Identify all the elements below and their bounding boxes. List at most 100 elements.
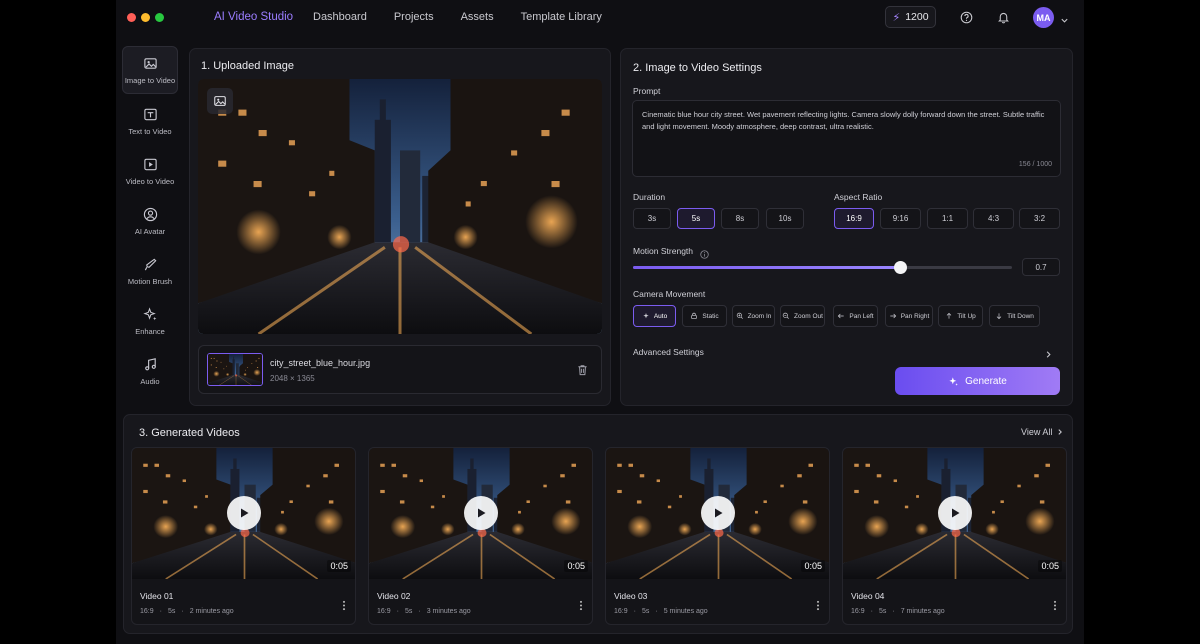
sidebar-item-label: Image to Video	[124, 76, 176, 85]
help-icon[interactable]	[958, 9, 974, 25]
slider-handle[interactable]	[893, 261, 907, 274]
aspect-16-9-chip[interactable]: 16:9	[834, 208, 874, 229]
video-title: Video 01	[140, 591, 174, 601]
minimize-window-button[interactable]	[141, 13, 150, 22]
generate-button[interactable]: Generate	[895, 367, 1060, 395]
info-icon[interactable]	[700, 246, 709, 264]
app-brand[interactable]: AI Video Studio	[214, 11, 293, 23]
motion-strength-value[interactable]: 0.7	[1022, 258, 1060, 276]
sidebar-item-label: Audio	[140, 377, 160, 386]
sidebar-item-enhance[interactable]: Enhance	[122, 298, 178, 346]
sidebar-item-label: AI Avatar	[134, 227, 166, 236]
more-options-icon[interactable]	[342, 598, 346, 616]
play-button[interactable]	[938, 496, 972, 530]
video-card[interactable]: 0:05 Video 03 16:9 · 5s · 5 minutes ago	[605, 447, 830, 625]
view-all-link[interactable]: View All	[1021, 427, 1064, 437]
video-time: 5 minutes ago	[663, 608, 708, 615]
video-thumbnail[interactable]: 0:05	[369, 448, 592, 579]
sidebar-item-image-to-video[interactable]: Image to Video	[122, 46, 178, 94]
chevron-down-icon[interactable]	[1060, 12, 1069, 30]
uploaded-image-preview	[198, 79, 602, 334]
sidebar-item-text-to-video[interactable]: Text to Video	[122, 98, 178, 146]
image-icon	[214, 96, 226, 106]
nav-assets[interactable]: Assets	[461, 11, 494, 23]
aspect-1-1-chip[interactable]: 1:1	[927, 208, 968, 229]
camera-tilt-up-chip[interactable]: Tilt Up	[938, 305, 983, 327]
video-length: 5s	[878, 608, 887, 615]
credits-badge[interactable]: ⚡ 1200	[885, 6, 936, 28]
duration-3s-chip[interactable]: 3s	[633, 208, 671, 229]
prompt-char-counter: 156 / 1000	[1018, 161, 1052, 168]
generate-label: Generate	[965, 375, 1007, 387]
video-title: Video 03	[614, 591, 648, 601]
bell-icon[interactable]	[995, 9, 1011, 25]
advanced-settings-toggle[interactable]: Advanced Settings	[633, 347, 704, 357]
camera-static-chip[interactable]: Static	[682, 305, 727, 327]
nav-template-library[interactable]: Template Library	[521, 11, 602, 23]
video-card[interactable]: 0:05 Video 01 16:9 · 5s · 2 minutes ago	[131, 447, 356, 625]
close-window-button[interactable]	[127, 13, 136, 22]
aspect-4-3-chip[interactable]: 4:3	[973, 208, 1014, 229]
duration-8s-chip[interactable]: 8s	[721, 208, 759, 229]
uploaded-file-row: city_street_blue_hour.jpg 2048 × 1365	[198, 345, 602, 394]
nav-dashboard[interactable]: Dashboard	[313, 11, 367, 23]
video-thumbnail[interactable]: 0:05	[132, 448, 355, 579]
user-avatar[interactable]: MA	[1033, 7, 1054, 28]
sidebar-item-label: Text to Video	[128, 127, 172, 136]
settings-title: 2. Image to Video Settings	[633, 62, 762, 74]
camera-pan-left-chip[interactable]: Pan Left	[833, 305, 878, 327]
video-ratio: 16:9	[851, 608, 865, 615]
video-title: Video 02	[377, 591, 411, 601]
more-options-icon[interactable]	[579, 598, 583, 616]
video-duration: 0:05	[564, 560, 588, 572]
aspect-9-16-chip[interactable]: 9:16	[880, 208, 921, 229]
sidebar-item-motion-brush[interactable]: Motion Brush	[122, 248, 178, 296]
video-meta: 16:9 · 5s · 2 minutes ago	[140, 608, 234, 615]
main-nav: Dashboard Projects Assets Template Libra…	[313, 11, 602, 23]
trash-icon[interactable]	[577, 363, 588, 381]
arrow-left-icon	[838, 313, 845, 319]
more-options-icon[interactable]	[816, 598, 820, 616]
play-button[interactable]	[701, 496, 735, 530]
sparkle-icon	[643, 313, 649, 319]
more-options-icon[interactable]	[1053, 598, 1057, 616]
brush-icon	[144, 258, 156, 271]
text-video-icon	[143, 108, 157, 121]
chevron-right-icon[interactable]	[1044, 346, 1053, 364]
replace-image-button[interactable]	[207, 88, 233, 114]
generated-videos-title: 3. Generated Videos	[139, 427, 240, 439]
prompt-textarea[interactable]: Cinematic blue hour city street. Wet pav…	[632, 100, 1061, 177]
video-thumbnail[interactable]: 0:05	[843, 448, 1066, 579]
file-thumbnail	[207, 353, 263, 386]
video-duration: 0:05	[1038, 560, 1062, 572]
sidebar-item-ai-avatar[interactable]: AI Avatar	[122, 198, 178, 246]
play-icon	[952, 508, 960, 518]
camera-zoom-in-chip[interactable]: Zoom In	[732, 305, 775, 327]
duration-10s-chip[interactable]: 10s	[766, 208, 804, 229]
video-card[interactable]: 0:05 Video 04 16:9 · 5s · 7 minutes ago	[842, 447, 1067, 625]
video-thumbnail[interactable]: 0:05	[606, 448, 829, 579]
window-controls	[127, 13, 164, 22]
arrow-right-icon	[890, 313, 896, 319]
camera-tilt-down-chip[interactable]: Tilt Down	[989, 305, 1040, 327]
video-length: 5s	[404, 608, 413, 615]
video-title: Video 04	[851, 591, 885, 601]
sparkle-icon	[949, 376, 958, 386]
video-duration: 0:05	[327, 560, 351, 572]
nav-projects[interactable]: Projects	[394, 11, 434, 23]
maximize-window-button[interactable]	[155, 13, 164, 22]
video-length: 5s	[641, 608, 650, 615]
camera-auto-chip[interactable]: Auto	[633, 305, 676, 327]
aspect-3-2-chip[interactable]: 3:2	[1019, 208, 1060, 229]
sidebar-item-audio[interactable]: Audio	[122, 348, 178, 396]
duration-5s-chip[interactable]: 5s	[677, 208, 715, 229]
camera-pan-right-chip[interactable]: Pan Right	[885, 305, 933, 327]
play-button[interactable]	[464, 496, 498, 530]
camera-chip-label: Zoom Out	[794, 312, 823, 320]
camera-zoom-out-chip[interactable]: Zoom Out	[780, 305, 825, 327]
video-card[interactable]: 0:05 Video 02 16:9 · 5s · 3 minutes ago	[368, 447, 593, 625]
lock-icon	[691, 312, 698, 319]
sidebar-item-video-to-video[interactable]: Video to Video	[122, 148, 178, 196]
play-button[interactable]	[227, 496, 261, 530]
motion-strength-slider[interactable]	[633, 261, 1012, 274]
